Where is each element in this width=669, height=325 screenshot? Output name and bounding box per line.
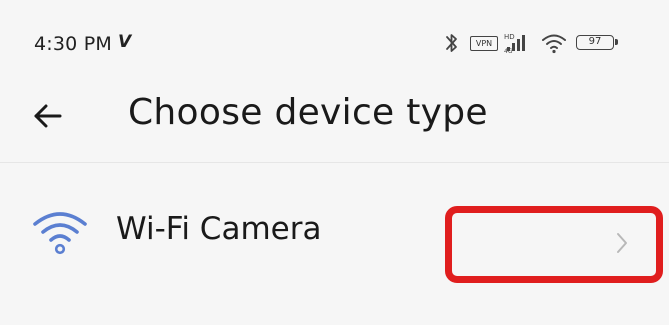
app-screen: 4:30 PM V VPN HD 4G 97 Choose device typ…	[0, 0, 669, 325]
list-item-label: Wi-Fi Camera	[116, 211, 322, 247]
vpn-icon: VPN	[470, 36, 498, 51]
highlight-annotation	[445, 206, 663, 283]
header-divider	[0, 162, 669, 163]
carrier-mark: V	[118, 32, 132, 52]
header: Choose device type	[0, 80, 669, 162]
svg-text:HD: HD	[504, 33, 515, 41]
status-icons: VPN HD 4G 97	[440, 30, 630, 56]
cellular-signal-icon: HD 4G	[504, 33, 525, 55]
status-time: 4:30 PM	[34, 33, 112, 55]
chevron-right-icon[interactable]	[614, 228, 630, 258]
bluetooth-icon	[446, 34, 457, 52]
wifi-icon	[33, 212, 87, 255]
wifi-signal-icon	[542, 34, 566, 54]
back-arrow-icon[interactable]	[28, 96, 68, 136]
page-title: Choose device type	[128, 92, 488, 133]
battery-icon: 97	[576, 35, 618, 50]
status-bar: 4:30 PM V VPN HD 4G 97	[0, 0, 669, 80]
svg-text:4G: 4G	[504, 48, 513, 55]
